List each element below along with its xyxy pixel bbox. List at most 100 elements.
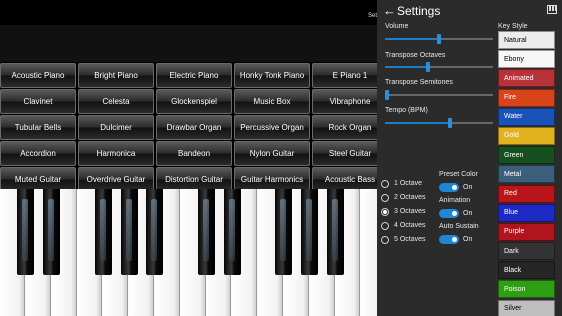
- instrument-row: Acoustic Piano Bright Piano Electric Piano…: [0, 63, 377, 88]
- key-style-swatch[interactable]: Fire: [498, 88, 555, 107]
- octave-option-label: 1 Octave: [394, 180, 423, 187]
- auto-sustain-toggle[interactable]: [439, 235, 459, 244]
- key-style-swatch[interactable]: Poison: [498, 280, 555, 299]
- instrument-row: Accordion Harmonica Bandeon Nylon Guitar Ste…: [0, 141, 377, 166]
- transpose-semitones-slider[interactable]: [385, 90, 493, 100]
- instrument-button[interactable]: Music Box: [234, 89, 310, 114]
- black-key[interactable]: [301, 189, 319, 275]
- black-key[interactable]: [197, 189, 215, 275]
- instrument-button[interactable]: Nylon Guitar: [234, 141, 310, 166]
- key-style-swatch[interactable]: Metal: [498, 165, 555, 184]
- key-style-swatch[interactable]: Dark: [498, 242, 555, 261]
- radio-button[interactable]: [381, 221, 389, 230]
- instrument-button[interactable]: Drawbar Organ: [156, 115, 232, 140]
- instrument-grid: Acoustic Piano Bright Piano Electric Piano…: [0, 63, 377, 193]
- settings-header: ← Settings: [377, 0, 562, 22]
- animation-toggle[interactable]: [439, 209, 459, 218]
- black-key[interactable]: [275, 189, 293, 275]
- instrument-button[interactable]: Percussive Organ: [234, 115, 310, 140]
- octave-radio-group: 1 Octave 2 Octaves 3 Octaves 4 Octaves 5 Oct…: [381, 177, 426, 247]
- key-style-swatch[interactable]: Gold: [498, 126, 555, 145]
- octave-option[interactable]: 3 Octaves: [381, 205, 426, 218]
- key-style-swatch[interactable]: Ebony: [498, 50, 555, 69]
- header-band: [0, 25, 377, 62]
- instrument-button[interactable]: Bandeon: [156, 141, 232, 166]
- instrument-button[interactable]: Electric Piano: [156, 63, 232, 88]
- radio-button[interactable]: [381, 193, 389, 202]
- preset-color-label: Preset Color: [439, 171, 478, 178]
- instrument-button[interactable]: Accordion: [0, 141, 76, 166]
- key-style-swatch[interactable]: Natural: [498, 31, 555, 49]
- black-key[interactable]: [120, 189, 138, 275]
- instrument-button[interactable]: Tubular Bells: [0, 115, 76, 140]
- tempo-label: Tempo (BPM): [385, 107, 428, 114]
- transpose-octaves-slider[interactable]: [385, 62, 493, 72]
- animation-state: On: [463, 210, 473, 217]
- black-key[interactable]: [223, 189, 241, 275]
- auto-sustain-state: On: [463, 236, 473, 243]
- slider-thumb[interactable]: [385, 90, 389, 100]
- transpose-semitones-label: Transpose Semitones: [385, 79, 453, 86]
- instrument-button[interactable]: E Piano 1: [312, 63, 377, 88]
- volume-slider[interactable]: [385, 34, 493, 44]
- key-style-swatch[interactable]: Blue: [498, 203, 555, 222]
- instrument-button[interactable]: Celesta: [78, 89, 154, 114]
- key-style-swatch[interactable]: Animated: [498, 69, 555, 88]
- black-key[interactable]: [146, 189, 164, 275]
- key-style-swatch[interactable]: Purple: [498, 222, 555, 241]
- key-style-swatch[interactable]: Silver: [498, 299, 555, 316]
- instrument-button[interactable]: Bright Piano: [78, 63, 154, 88]
- key-style-swatch[interactable]: Black: [498, 261, 555, 280]
- key-style-swatch[interactable]: Green: [498, 146, 555, 165]
- key-style-swatch[interactable]: Water: [498, 107, 555, 126]
- slider-thumb[interactable]: [437, 34, 441, 44]
- instrument-row: Clavinet Celesta Glockenspiel Music Box Vibr…: [0, 89, 377, 114]
- tempo-slider[interactable]: [385, 118, 493, 128]
- key-style-swatch[interactable]: Red: [498, 184, 555, 203]
- instrument-button[interactable]: Harmonica: [78, 141, 154, 166]
- octave-option[interactable]: 1 Octave: [381, 177, 426, 190]
- instrument-button[interactable]: Steel Guitar: [312, 141, 377, 166]
- settings-title: Settings: [397, 4, 441, 18]
- octave-option-label: 4 Octaves: [394, 222, 426, 229]
- key-style-label: Key Style: [498, 23, 528, 30]
- settings-pane: ← Settings Volume Transpose Octaves Tran…: [377, 0, 562, 316]
- transpose-octaves-label: Transpose Octaves: [385, 52, 446, 59]
- animation-label: Animation: [439, 197, 471, 204]
- preset-color-toggle[interactable]: [439, 183, 459, 192]
- instrument-button[interactable]: Vibraphone: [312, 89, 377, 114]
- instrument-button[interactable]: Dulcimer: [78, 115, 154, 140]
- octave-option[interactable]: 4 Octaves: [381, 219, 426, 232]
- slider-thumb[interactable]: [447, 118, 452, 128]
- octave-option[interactable]: 5 Octaves: [381, 233, 426, 246]
- preset-color-state: On: [463, 184, 473, 191]
- piano-keyboard: [0, 189, 377, 316]
- black-key[interactable]: [43, 189, 61, 275]
- instrument-button[interactable]: Glockenspiel: [156, 89, 232, 114]
- black-key[interactable]: [17, 189, 35, 275]
- white-key[interactable]: [361, 189, 377, 316]
- volume-label: Volume: [385, 23, 409, 30]
- instrument-button[interactable]: Acoustic Piano: [0, 63, 76, 88]
- top-bar: Set: [0, 0, 377, 25]
- octave-option-label: 3 Octaves: [394, 208, 426, 215]
- radio-button[interactable]: [381, 207, 389, 216]
- octave-option-label: 5 Octaves: [394, 236, 426, 243]
- black-key[interactable]: [94, 189, 112, 275]
- key-style-list: Natural Ebony Animated Fire Water Gold Green Me…: [498, 31, 555, 316]
- auto-sustain-label: Auto Sustain: [439, 223, 479, 230]
- piano-app: Set Acoustic Piano Bright Piano Electric P…: [0, 0, 377, 316]
- radio-button[interactable]: [381, 235, 389, 244]
- slider-thumb[interactable]: [426, 62, 431, 72]
- octave-option[interactable]: 2 Octaves: [381, 191, 426, 204]
- instrument-button[interactable]: Rock Organ: [312, 115, 377, 140]
- octave-option-label: 2 Octaves: [394, 194, 426, 201]
- instrument-row: Tubular Bells Dulcimer Drawbar Organ Percus…: [0, 115, 377, 140]
- black-key[interactable]: [326, 189, 344, 275]
- instrument-button[interactable]: Clavinet: [0, 89, 76, 114]
- radio-button[interactable]: [381, 179, 389, 188]
- instrument-button[interactable]: Honky Tonk Piano: [234, 63, 310, 88]
- settings-shortcut[interactable]: Set: [368, 13, 377, 19]
- back-arrow-icon[interactable]: ←: [383, 4, 396, 17]
- piano-icon[interactable]: [547, 5, 557, 14]
